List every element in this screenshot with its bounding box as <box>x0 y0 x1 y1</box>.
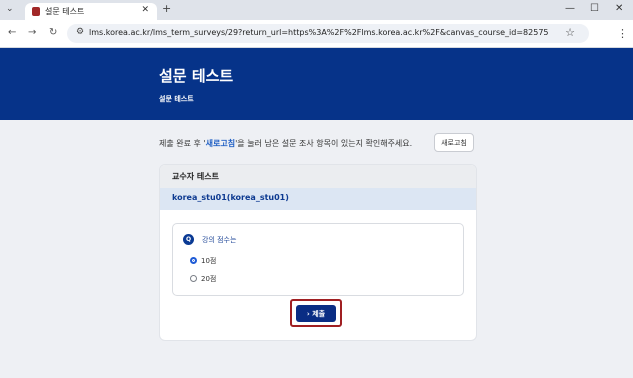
radio-selected-icon[interactable] <box>190 257 197 264</box>
address-bar-row: ← → ↻ ⚙ lms.korea.ac.kr/lms_term_surveys… <box>0 20 633 48</box>
maximize-icon[interactable]: ☐ <box>590 3 599 14</box>
tab-title: 설문 테스트 <box>45 7 85 16</box>
minimize-icon[interactable]: — <box>565 3 575 14</box>
forward-icon[interactable]: → <box>28 27 36 38</box>
question-box: Q 강의 점수는 10점 20점 <box>172 223 464 296</box>
option-20[interactable]: 20점 <box>190 274 216 284</box>
url-text[interactable]: lms.korea.ac.kr/lms_term_surveys/29?retu… <box>89 28 549 37</box>
refresh-notice: 제출 완료 후 '새로고침'을 눌러 남은 설문 조사 항목이 있는지 확인해주… <box>159 138 412 149</box>
new-tab-icon[interactable]: + <box>162 2 171 15</box>
option-label: 20점 <box>201 275 217 283</box>
browser-tab[interactable]: 설문 테스트 ✕ <box>25 3 157 20</box>
page-subtitle: 설문 테스트 <box>159 95 194 103</box>
option-10[interactable]: 10점 <box>190 256 216 266</box>
close-window-icon[interactable]: ✕ <box>615 3 623 14</box>
page-title: 설문 테스트 <box>159 67 234 85</box>
radio-unselected-icon[interactable] <box>190 275 197 282</box>
notice-text-after: '을 눌러 남은 설문 조사 항목이 있는지 확인해주세요. <box>235 139 413 148</box>
submit-button[interactable]: › 제출 <box>296 305 336 322</box>
instructor-label: 교수자 테스트 <box>172 172 219 181</box>
user-row: korea_stu01(korea_stu01) <box>160 188 476 210</box>
question-badge: Q <box>183 234 194 245</box>
card-header: 교수자 테스트 <box>160 165 476 188</box>
survey-card: 교수자 테스트 korea_stu01(korea_stu01) Q 강의 점수… <box>159 164 477 341</box>
tab-close-icon[interactable]: ✕ <box>141 5 149 15</box>
question-text: 강의 점수는 <box>202 236 237 244</box>
bookmark-star-icon[interactable]: ☆ <box>565 26 575 39</box>
option-label: 10점 <box>201 257 217 265</box>
refresh-button[interactable]: 새로고침 <box>434 133 474 152</box>
reload-icon[interactable]: ↻ <box>49 27 57 38</box>
favicon-icon <box>32 7 40 16</box>
address-bar[interactable]: ⚙ lms.korea.ac.kr/lms_term_surveys/29?re… <box>67 24 589 43</box>
browser-menu-icon[interactable]: ⋮ <box>617 27 628 40</box>
browser-tab-bar: ⌄ 설문 테스트 ✕ + — ☐ ✕ <box>0 0 633 20</box>
back-icon[interactable]: ← <box>8 27 16 38</box>
notice-text-before: 제출 완료 후 ' <box>159 139 206 148</box>
user-id: korea_stu01(korea_stu01) <box>172 193 289 202</box>
page-header: 설문 테스트 설문 테스트 <box>0 48 633 120</box>
notice-highlight: 새로고침 <box>205 139 236 148</box>
tab-search-icon[interactable]: ⌄ <box>6 4 14 14</box>
site-info-icon[interactable]: ⚙ <box>76 27 84 37</box>
